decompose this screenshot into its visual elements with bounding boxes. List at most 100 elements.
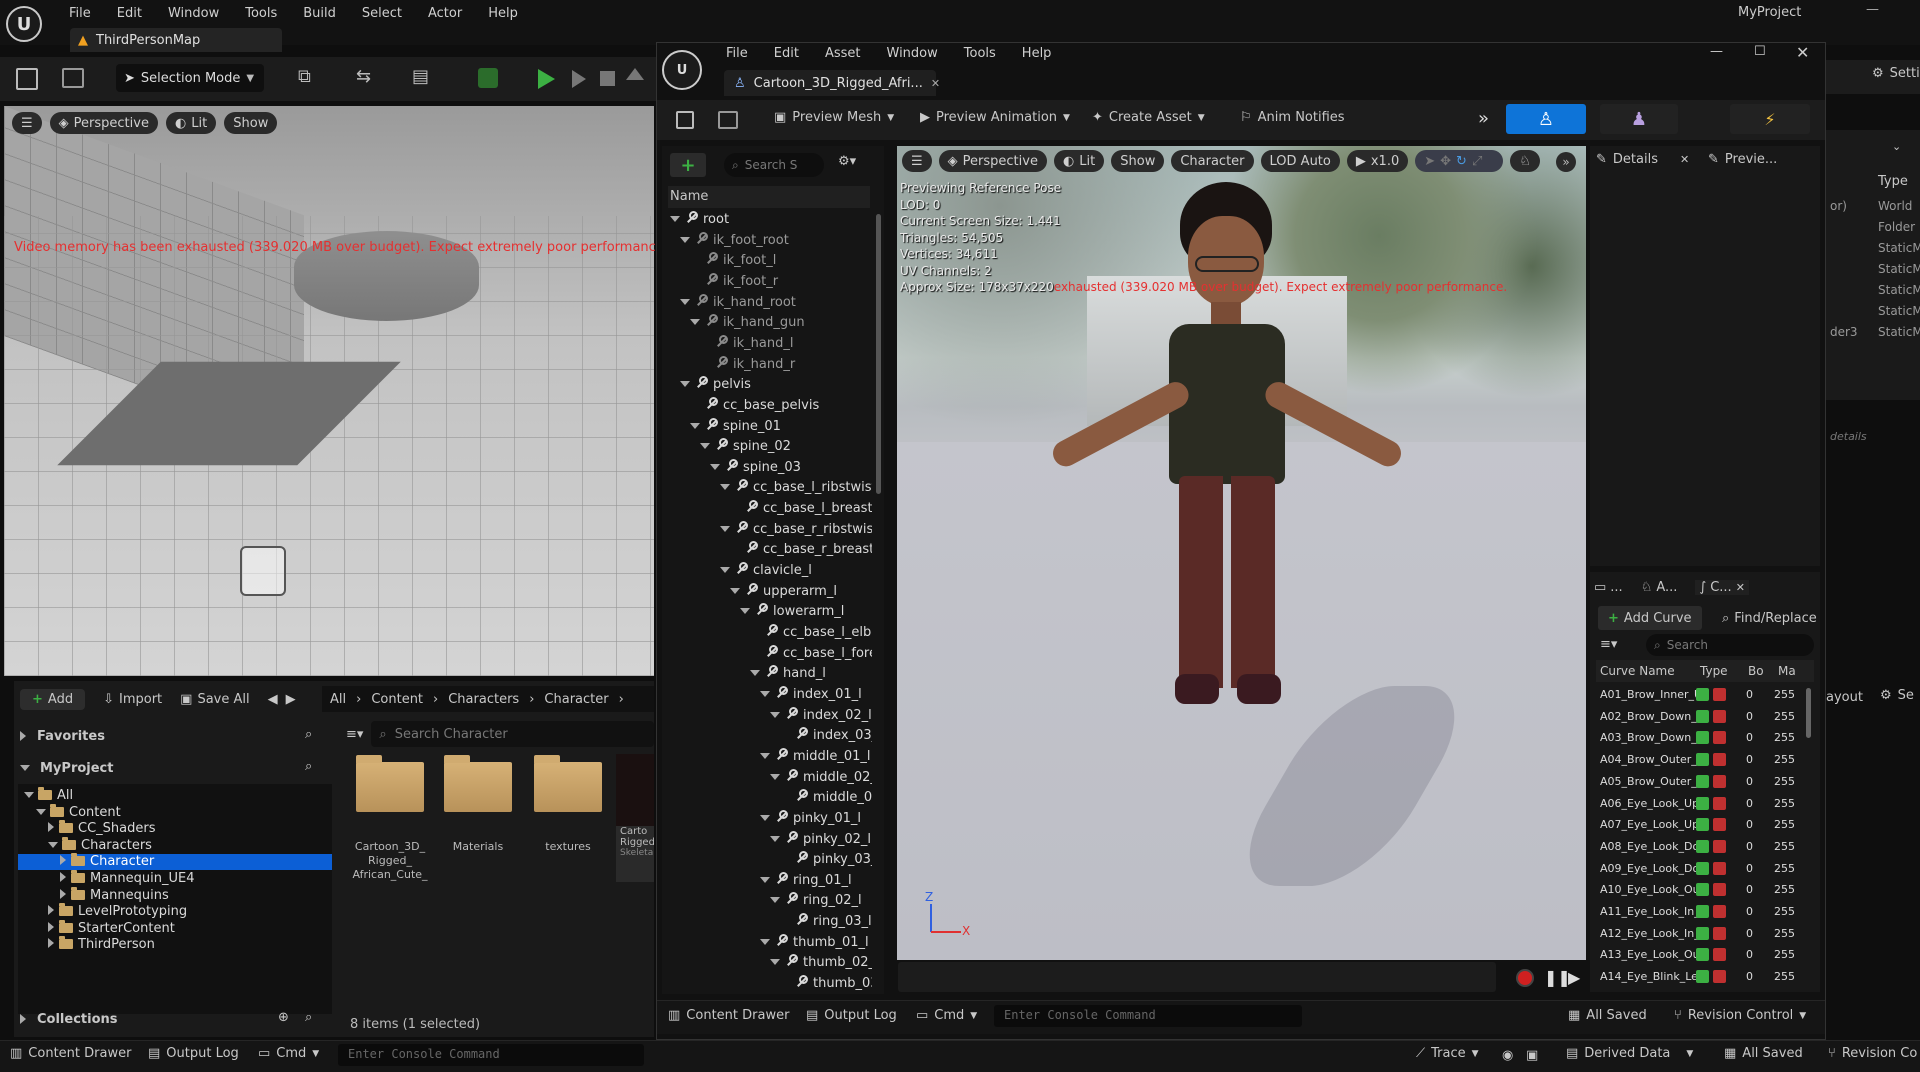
forward-icon[interactable]: ▶ (286, 692, 296, 707)
folder-tree-item[interactable]: Characters (18, 836, 332, 854)
record-icon[interactable]: ◉ (1502, 1048, 1513, 1063)
bone-row[interactable]: spine_01 (666, 417, 872, 437)
add-button[interactable]: + Add (20, 688, 86, 710)
physics-mode-button[interactable]: ⚡ (1730, 104, 1810, 134)
folder-tree-item[interactable]: LevelPrototyping (18, 903, 332, 920)
bone-row[interactable]: clavicle_l (666, 561, 872, 581)
ae-cmd-dropdown[interactable]: ▭ Cmd ▼ (916, 1008, 977, 1023)
bone-row[interactable]: ik_foot_l (666, 251, 872, 271)
ae-menu-help[interactable]: Help (1022, 46, 1052, 61)
preview-mesh-dropdown[interactable]: ▣ Preview Mesh ▼ (774, 110, 894, 125)
expand-arrow-icon[interactable] (770, 711, 780, 718)
anim-notifies-button[interactable]: ⚐ Anim Notifies (1240, 110, 1345, 125)
expand-arrow-icon[interactable] (760, 938, 770, 945)
show-button[interactable]: Show (224, 112, 278, 134)
curve-row[interactable]: A05_Brow_Outer_U 0 255 (1596, 771, 1795, 793)
record-button-icon[interactable] (1516, 969, 1534, 987)
tab-curves[interactable]: ∫ C... ✕ (1695, 579, 1749, 595)
ae-revision-control[interactable]: ⑂ Revision Control ▼ (1674, 1008, 1806, 1023)
expand-arrow-icon[interactable] (690, 319, 700, 326)
tree-arrow-icon[interactable] (48, 921, 54, 932)
bone-row[interactable]: thumb_02_ (666, 953, 872, 973)
material-curve-icon[interactable] (1713, 796, 1726, 810)
tree-arrow-icon[interactable] (48, 905, 54, 916)
import-button[interactable]: ⇩ Import (103, 692, 162, 707)
material-curve-icon[interactable] (1713, 948, 1726, 962)
bone-row[interactable]: ik_foot_r (666, 272, 872, 292)
pv-show-button[interactable]: Show (1111, 150, 1165, 172)
bone-row[interactable]: ring_02_l (666, 891, 872, 911)
details-tab[interactable]: ✎ Details ✕ (1596, 148, 1689, 170)
outliner-row[interactable]: der3 StaticM (1826, 322, 1920, 343)
bone-row[interactable]: index_03_ (666, 726, 872, 746)
morph-target-icon[interactable] (1696, 796, 1709, 810)
curve-row[interactable]: A03_Brow_Down_F 0 255 (1596, 727, 1795, 749)
asset-tile-cartoon[interactable]: Cartoon_3D_ Rigged_ African_Cute_ (350, 755, 430, 882)
curve-row[interactable]: A10_Eye_Look_Ou 0 255 (1596, 879, 1795, 901)
bone-row[interactable]: pinky_03_ (666, 850, 872, 870)
skeleton-options-icon[interactable]: ⚙▾ (838, 154, 856, 169)
bone-row[interactable]: ik_hand_r (666, 355, 872, 375)
material-curve-icon[interactable] (1713, 753, 1726, 767)
expand-arrow-icon[interactable] (680, 236, 690, 243)
bone-row[interactable]: thumb_01_l (666, 933, 872, 953)
ae-console-input[interactable]: Enter Console Command (994, 1005, 1302, 1027)
outliner-row[interactable]: StaticM (1826, 259, 1920, 280)
expand-arrow-icon[interactable] (770, 773, 780, 780)
selection-mode-dropdown[interactable]: ➤ Selection Mode ▼ (116, 64, 264, 92)
minimize-main-icon[interactable]: — (1866, 2, 1879, 17)
blueprint-icon[interactable]: ⇆ (356, 66, 371, 87)
expand-arrow-icon[interactable] (670, 216, 680, 222)
morph-target-icon[interactable] (1696, 709, 1709, 723)
expand-arrow-icon[interactable] (720, 484, 730, 491)
pause-button-icon[interactable]: ❚❚ (1544, 968, 1571, 987)
outliner-row[interactable]: StaticM (1826, 280, 1920, 301)
bone-row[interactable]: cc_base_l_fore (666, 644, 872, 664)
derived-data-dropdown[interactable]: ▤ Derived Data ▼ (1566, 1046, 1693, 1061)
pv-menu-button[interactable]: ☰ (902, 150, 932, 172)
curve-row[interactable]: A06_Eye_Look_Up_ 0 255 (1596, 793, 1795, 815)
timeline-bar[interactable] (898, 962, 1496, 992)
ae-maximize-icon[interactable]: ☐ (1754, 44, 1766, 59)
menu-build[interactable]: Build (303, 6, 336, 21)
expand-arrow-icon[interactable] (760, 752, 770, 759)
menu-actor[interactable]: Actor (428, 6, 462, 21)
tree-arrow-icon[interactable] (36, 808, 46, 815)
expand-arrow-icon[interactable] (680, 381, 690, 388)
ae-close-icon[interactable]: ✕ (1796, 43, 1809, 62)
curve-search-input[interactable]: ⌕ Search (1646, 634, 1814, 656)
close-tab-icon[interactable]: ✕ (931, 77, 940, 90)
screenshot-icon[interactable]: ▣ (1526, 1048, 1538, 1063)
curve-row[interactable]: A09_Eye_Look_Dov 0 255 (1596, 858, 1795, 880)
ae-menu-window[interactable]: Window (887, 46, 938, 61)
outliner-row[interactable]: Folder (1826, 217, 1920, 238)
outliner-row[interactable]: StaticM (1826, 238, 1920, 259)
level-viewport[interactable] (4, 106, 654, 676)
outliner-dropdown-icon[interactable]: ⌄ (1892, 140, 1901, 153)
collections-search-icon[interactable]: ⌕ (305, 1010, 312, 1025)
morph-target-icon[interactable] (1696, 883, 1709, 897)
tab-misc[interactable]: ▭... (1594, 580, 1623, 595)
lit-button[interactable]: ◐ Lit (165, 112, 217, 134)
pv-transform-tools[interactable]: ➤ ✥ ↻ ⤢ (1415, 150, 1504, 172)
curve-row[interactable]: A08_Eye_Look_Dov 0 255 (1596, 836, 1795, 858)
bone-row[interactable]: pelvis (666, 375, 872, 395)
add-collection-icon[interactable]: ⊕ (278, 1010, 289, 1025)
tree-arrow-icon[interactable] (60, 855, 66, 866)
preview-animation-dropdown[interactable]: ▶ Preview Animation ▼ (920, 110, 1070, 125)
ae-content-drawer-button[interactable]: ▥ Content Drawer (668, 1008, 789, 1023)
main-revision-control[interactable]: ⑂ Revision Co (1828, 1046, 1917, 1061)
pv-camera-button[interactable]: ♘ (1510, 150, 1540, 172)
viewport-menu-button[interactable]: ☰ (12, 112, 42, 134)
outliner-row[interactable]: StaticM (1826, 301, 1920, 322)
add-bone-button[interactable]: + (670, 153, 706, 177)
expand-arrow-icon[interactable] (740, 608, 750, 615)
ae-minimize-icon[interactable]: — (1710, 44, 1723, 59)
folder-tree-item[interactable]: StarterContent (18, 919, 332, 937)
layout-button[interactable]: ayout (1826, 690, 1863, 705)
main-content-drawer-button[interactable]: ▥ Content Drawer (10, 1046, 131, 1061)
ae-menu-edit[interactable]: Edit (774, 46, 799, 61)
play-icon[interactable] (538, 69, 555, 89)
curve-scrollbar[interactable] (1806, 688, 1811, 738)
preview-settings-tab[interactable]: ✎ Previe... (1708, 148, 1777, 170)
